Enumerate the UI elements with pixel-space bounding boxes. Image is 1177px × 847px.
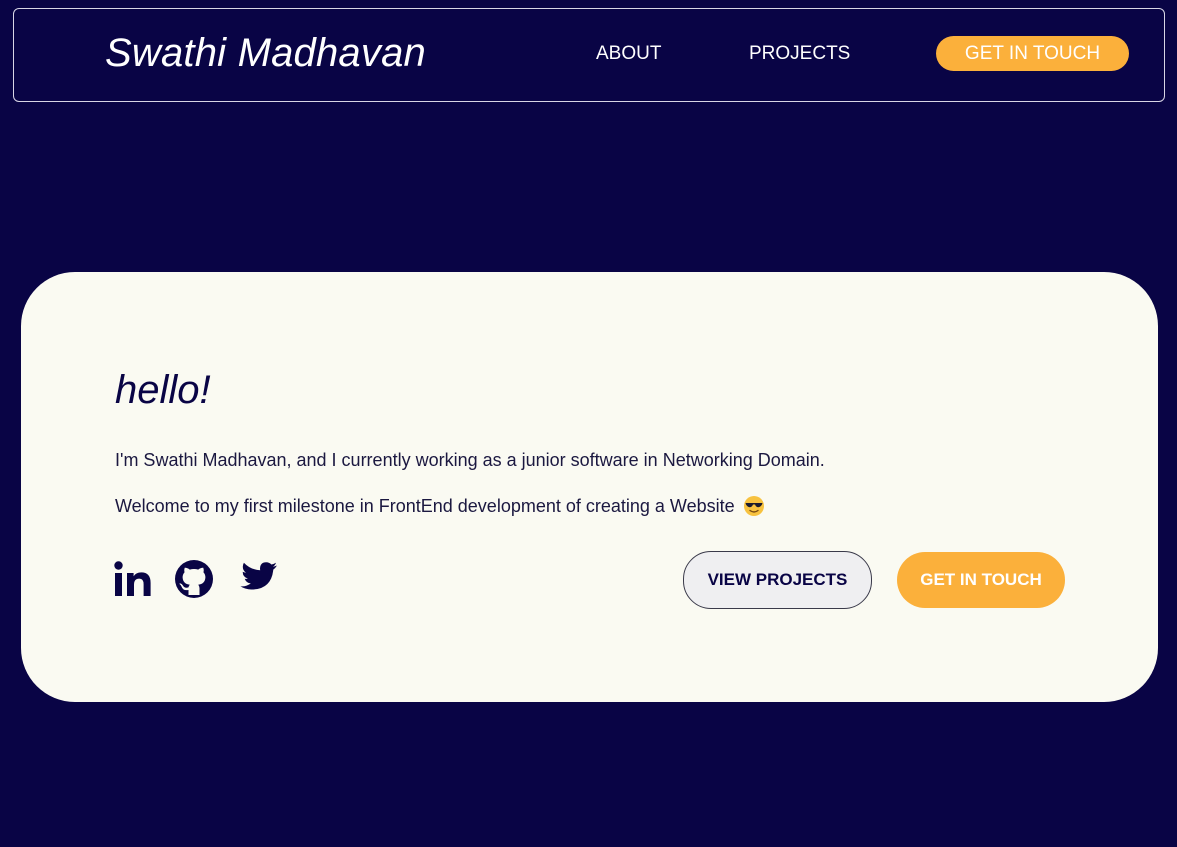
nav-get-in-touch-button[interactable]: GET IN TOUCH [936, 36, 1129, 71]
linkedin-icon[interactable] [114, 560, 152, 603]
hero-intro-text: I'm Swathi Madhavan, and I currently wor… [115, 450, 825, 470]
hero-card: hello! I'm Swathi Madhavan, and I curren… [21, 272, 1158, 702]
top-navbar: Swathi Madhavan ABOUT PROJECTS GET IN TO… [13, 8, 1165, 102]
brand-name[interactable]: Swathi Madhavan [105, 31, 426, 76]
nav-link-projects[interactable]: PROJECTS [749, 43, 850, 65]
nav-link-about[interactable]: ABOUT [596, 43, 661, 65]
view-projects-button[interactable]: VIEW PROJECTS [683, 551, 872, 609]
get-in-touch-button[interactable]: GET IN TOUCH [897, 552, 1065, 608]
hero-welcome-line: Welcome to my first milestone in FrontEn… [115, 495, 765, 517]
hero-welcome-text: Welcome to my first milestone in FrontEn… [115, 495, 735, 516]
twitter-icon[interactable] [236, 561, 278, 602]
hero-greeting: hello! [115, 368, 211, 412]
smiling-face-with-sunglasses-icon [743, 495, 765, 517]
social-links [114, 559, 300, 604]
github-icon[interactable] [174, 559, 214, 604]
